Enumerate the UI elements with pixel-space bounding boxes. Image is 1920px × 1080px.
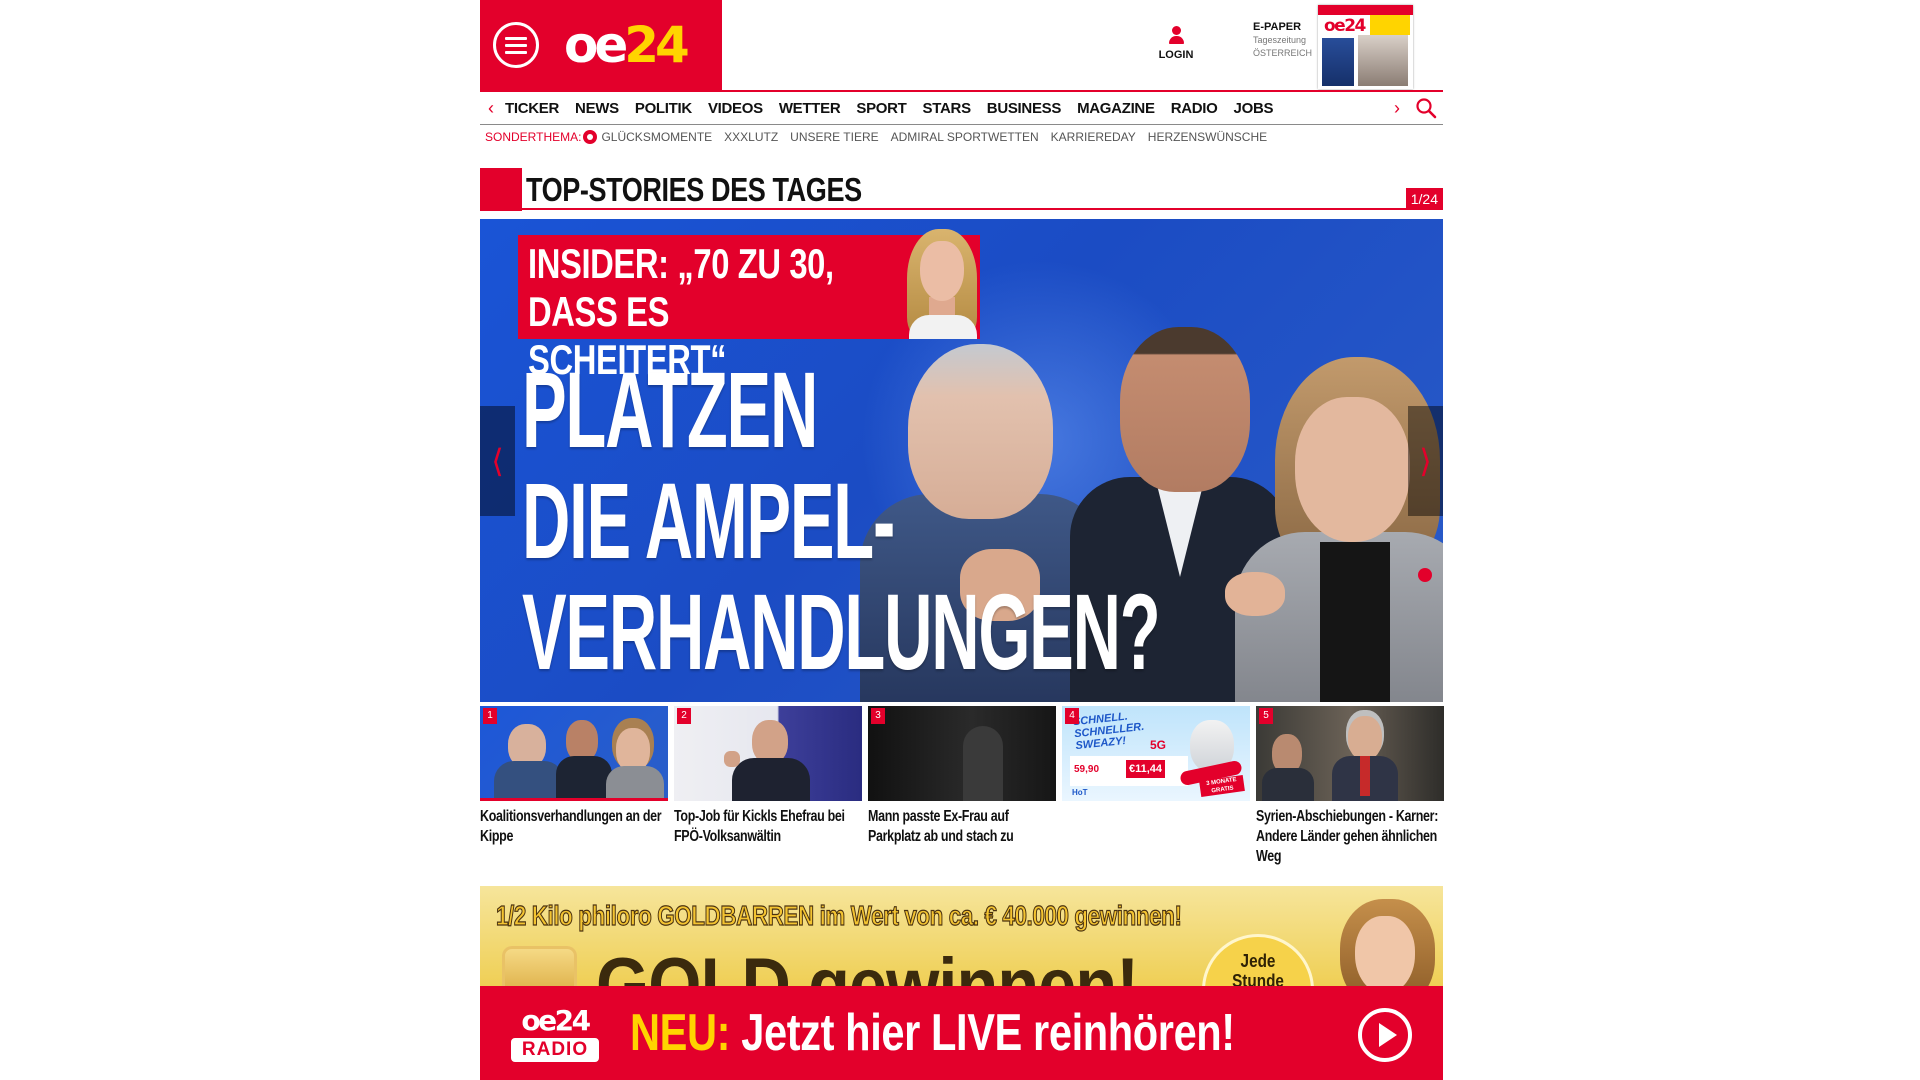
thumb-number: 1 bbox=[483, 708, 497, 724]
hero-headline-line-2: DIE AMPEL- bbox=[522, 460, 895, 581]
thumb-image: 3 bbox=[868, 706, 1056, 801]
special-topics-bar: SONDERTHEMA: GLÜCKSMOMENTE XXXLUTZ UNSER… bbox=[485, 127, 1279, 147]
special-item-xxxlutz[interactable]: XXXLUTZ bbox=[724, 130, 778, 144]
ad-thumb-tag: 5G bbox=[1150, 738, 1167, 752]
special-badge-icon bbox=[583, 130, 598, 144]
section-marker bbox=[480, 168, 522, 211]
slide-counter: 1/24 bbox=[1405, 188, 1443, 210]
ad-badge: Jede Stunde bbox=[1202, 934, 1314, 986]
hero-badge-dot bbox=[1418, 568, 1432, 582]
user-icon bbox=[1168, 26, 1184, 46]
ad-big-text: GOLD gewinnen! bbox=[596, 943, 1139, 986]
nav-item-news[interactable]: NEWS bbox=[572, 100, 632, 117]
thumb-number: 5 bbox=[1259, 708, 1273, 724]
thumb-ad-4[interactable]: SCHNELL. SCHNELLER. SWEAZY! 5G 59,90 €11… bbox=[1062, 706, 1250, 807]
ad-model-image bbox=[1325, 894, 1443, 986]
section-title: TOP-STORIES DES TAGES bbox=[526, 171, 862, 208]
nav-item-business[interactable]: BUSINESS bbox=[984, 100, 1074, 117]
hero-next-chevron-icon[interactable]: ⟩ bbox=[1408, 406, 1443, 516]
thumb-image: 1 bbox=[480, 706, 668, 801]
thumb-title: Syrien-Abschiebungen - Karner: Andere Lä… bbox=[1256, 808, 1439, 865]
ad-thumb-price-right: €11,44 bbox=[1126, 760, 1166, 778]
thumb-title: Koalitionsverhandlungen an der Kippe bbox=[480, 808, 662, 845]
ad-badge-line-1: Jede bbox=[1240, 951, 1276, 971]
radio-logo-oe: oe bbox=[521, 1004, 557, 1037]
insider-line-1: INSIDER: „70 ZU 30, bbox=[528, 240, 834, 287]
thumb-ad-image: SCHNELL. SCHNELLER. SWEAZY! 5G 59,90 €11… bbox=[1062, 706, 1250, 801]
insider-photo bbox=[893, 225, 993, 339]
hero-slide[interactable]: INSIDER: „70 ZU 30, DASS ES SCHEITERT“ P… bbox=[480, 219, 1443, 702]
thumb-number: 4 bbox=[1065, 708, 1079, 724]
thumb-title: Mann passte Ex-Frau auf Parkplatz ab und… bbox=[868, 808, 1014, 845]
play-icon[interactable] bbox=[1358, 1008, 1412, 1062]
main-nav: ‹ TICKER NEWS POLITIK VIDEOS WETTER SPOR… bbox=[480, 90, 1443, 125]
nav-item-videos[interactable]: VIDEOS bbox=[705, 100, 776, 117]
search-icon[interactable] bbox=[1415, 97, 1437, 119]
radio-cta-label: Jetzt hier LIVE reinhören! bbox=[741, 1004, 1235, 1062]
thumb-image: 5 bbox=[1256, 706, 1444, 801]
special-item-karriereday[interactable]: KARRIEREDAY bbox=[1051, 130, 1136, 144]
nav-item-stars[interactable]: STARS bbox=[920, 100, 984, 117]
nav-item-magazine[interactable]: MAGAZINE bbox=[1074, 100, 1168, 117]
nav-item-ticker[interactable]: TICKER bbox=[502, 100, 572, 117]
radio-logo-label: RADIO bbox=[511, 1038, 599, 1062]
insider-quote-box: INSIDER: „70 ZU 30, DASS ES SCHEITERT“ bbox=[518, 229, 980, 383]
page: oe24 LOGIN E-PAPER Tageszeitung ÖSTERREI… bbox=[480, 0, 1444, 1080]
oe24-radio-logo: oe24 RADIO bbox=[510, 1006, 600, 1062]
nav-item-radio[interactable]: RADIO bbox=[1168, 100, 1231, 117]
epaper-region: ÖSTERREICH bbox=[1253, 48, 1313, 58]
nav-right-chevron-icon[interactable]: › bbox=[1387, 92, 1407, 125]
ad-headline: 1/2 Kilo philoro GOLDBARREN im Wert von … bbox=[496, 899, 1183, 931]
section-divider bbox=[522, 208, 1443, 210]
ad-thumb-brand: HoT bbox=[1072, 788, 1088, 797]
menu-icon-bar bbox=[505, 50, 527, 54]
special-item-admiral-sportwetten[interactable]: ADMIRAL SPORTWETTEN bbox=[891, 130, 1039, 144]
special-label: SONDERTHEMA: bbox=[485, 130, 582, 144]
nav-item-sport[interactable]: SPORT bbox=[853, 100, 919, 117]
thumb-number: 3 bbox=[871, 708, 885, 724]
logo-oe: oe bbox=[564, 16, 628, 74]
thumb-number: 2 bbox=[677, 708, 691, 724]
special-item-herzenswuensche[interactable]: HERZENSWÜNSCHE bbox=[1148, 130, 1267, 144]
nav-item-politik[interactable]: POLITIK bbox=[632, 100, 705, 117]
thumb-image: 2 bbox=[674, 706, 862, 801]
logo-24: 24 bbox=[624, 16, 690, 74]
radio-live-bar[interactable]: oe24 RADIO NEU: Jetzt hier LIVE reinhöre… bbox=[480, 986, 1443, 1080]
epaper-cover-image[interactable]: oe24 bbox=[1318, 5, 1413, 89]
login-label: LOGIN bbox=[1158, 49, 1194, 61]
menu-icon-bar bbox=[505, 36, 527, 40]
epaper-title: E-PAPER bbox=[1253, 21, 1302, 33]
nav-item-jobs[interactable]: JOBS bbox=[1231, 100, 1287, 117]
brand-box: oe24 bbox=[480, 0, 722, 90]
thumb-story-1[interactable]: 1 Koalitionsverhandlungen an der Kippe bbox=[480, 706, 668, 847]
nav-item-wetter[interactable]: WETTER bbox=[776, 100, 854, 117]
special-item-unsere-tiere[interactable]: UNSERE TIERE bbox=[790, 130, 878, 144]
thumb-story-2[interactable]: 2 Top-Job für Kickls Ehefrau bei FPÖ-Vol… bbox=[674, 706, 862, 847]
menu-button[interactable] bbox=[493, 22, 539, 68]
top-stories-header: TOP-STORIES DES TAGES 1/24 bbox=[480, 168, 1443, 211]
ad-thumb-price-left: 59,90 bbox=[1074, 764, 1100, 775]
radio-cta-text: NEU: Jetzt hier LIVE reinhören! bbox=[630, 1002, 1235, 1064]
hero-headline-line-1: PLATZEN bbox=[522, 349, 818, 470]
story-thumbnails: 1 Koalitionsverhandlungen an der Kippe 2… bbox=[480, 706, 1444, 867]
radio-logo-24: 24 bbox=[554, 1004, 591, 1037]
menu-icon-bar bbox=[505, 43, 527, 47]
gold-bar-image bbox=[502, 946, 577, 986]
radio-neu-label: NEU: bbox=[630, 1004, 731, 1062]
thumb-story-3[interactable]: 3 Mann passte Ex-Frau auf Parkplatz ab u… bbox=[868, 706, 1056, 847]
special-item-gluecksmomente[interactable]: GLÜCKSMOMENTE bbox=[601, 130, 712, 144]
thumb-story-5[interactable]: 5 Syrien-Abschiebungen - Karner: Andere … bbox=[1256, 706, 1444, 867]
login-button[interactable]: LOGIN bbox=[1156, 26, 1196, 61]
epaper-link[interactable]: E-PAPER Tageszeitung ÖSTERREICH bbox=[1253, 21, 1323, 60]
thumb-title: Top-Job für Kickls Ehefrau bei FPÖ-Volks… bbox=[674, 808, 845, 845]
nav-left-chevron-icon[interactable]: ‹ bbox=[480, 92, 502, 124]
gold-ad-banner[interactable]: 1/2 Kilo philoro GOLDBARREN im Wert von … bbox=[480, 886, 1443, 986]
hero-headline-line-3: VERHANDLUNGEN? bbox=[522, 571, 1161, 692]
oe24-logo[interactable]: oe24 bbox=[564, 14, 690, 76]
hero-prev-chevron-icon[interactable]: ⟨ bbox=[480, 406, 515, 516]
nav-items: TICKER NEWS POLITIK VIDEOS WETTER SPORT … bbox=[502, 100, 1443, 117]
epaper-subtitle: Tageszeitung bbox=[1253, 35, 1307, 45]
hero-headline: PLATZEN DIE AMPEL- VERHANDLUNGEN? bbox=[522, 349, 1161, 692]
ad-badge-line-2: Stunde bbox=[1232, 971, 1284, 986]
